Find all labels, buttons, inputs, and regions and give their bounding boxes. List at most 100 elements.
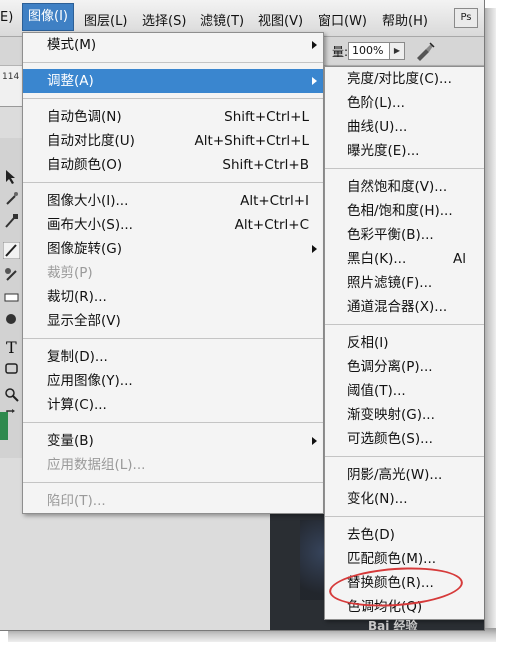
adjust-menu-item-自然饱和度[interactable]: 自然饱和度(V)... (325, 175, 484, 199)
adjust-menu-item-label: 反相(I) (347, 335, 389, 351)
menu-image[interactable]: 图像(I) (22, 3, 74, 31)
adjust-menu-item-阈值[interactable]: 阈值(T)... (325, 379, 484, 403)
adjust-menu-item-亮度-对比度[interactable]: 亮度/对比度(C)... (325, 67, 484, 91)
app-logo: Ps (454, 8, 478, 28)
image-menu-item-应用图像[interactable]: 应用图像(Y)... (23, 369, 323, 393)
zoom-arrow-icon[interactable]: ▶ (389, 42, 405, 60)
image-menu-item-label: 裁剪(P) (47, 265, 93, 281)
image-menu-item-调整[interactable]: 调整(A) (23, 69, 323, 93)
watermark: Bai 经验 (368, 619, 418, 631)
zoom-input[interactable]: 100% (348, 42, 391, 60)
submenu-arrow-icon (312, 437, 317, 445)
menu-view[interactable]: 视图(V) (258, 10, 303, 29)
adjust-menu-item-label: 照片滤镜(F)... (347, 275, 433, 291)
adjust-menu-item-色相-饱和度[interactable]: 色相/饱和度(H)... (325, 199, 484, 223)
adjust-menu-item-label: 黑白(K)... (347, 251, 407, 267)
adjust-menu-item-label: 自然饱和度(V)... (347, 179, 448, 195)
foreground-color-swatch[interactable] (0, 412, 8, 440)
adjust-menu-item-照片滤镜[interactable]: 照片滤镜(F)... (325, 271, 484, 295)
move-tool-icon[interactable] (3, 168, 20, 185)
airbrush-icon[interactable] (414, 41, 436, 61)
adjust-menu-item-label: 亮度/对比度(C)... (347, 71, 452, 87)
adjust-menu-item-阴影-高光[interactable]: 阴影/高光(W)... (325, 463, 484, 487)
image-menu-item-自动颜色[interactable]: 自动颜色(O) Shift+Ctrl+B (23, 153, 323, 177)
image-menu-item-变量[interactable]: 变量(B) (23, 429, 323, 453)
magic-wand-icon[interactable] (3, 190, 20, 207)
menu-filter[interactable]: 滤镜(T) (200, 10, 244, 29)
adjust-menu-item-label: 曲线(U)... (347, 119, 408, 135)
adjust-menu-item-label: 色彩平衡(B)... (347, 227, 434, 243)
image-menu-separator (23, 422, 323, 423)
adjust-menu-item-色彩平衡[interactable]: 色彩平衡(B)... (325, 223, 484, 247)
menu-edit[interactable]: E) (0, 10, 13, 25)
submenu-arrow-icon (312, 77, 317, 85)
menu-window[interactable]: 窗口(W) (318, 10, 367, 29)
adjust-menu-item-label: 变化(N)... (347, 491, 408, 507)
image-menu-item-应用数据组: 应用数据组(L)... (23, 453, 323, 477)
adjust-menu-item-shortcut: Al (453, 251, 466, 267)
image-menu-item-陷印: 陷印(T)... (23, 489, 323, 513)
eraser-tool-icon[interactable] (3, 288, 20, 305)
adjust-menu-item-反相[interactable]: 反相(I) (325, 331, 484, 355)
adjust-menu-item-曝光度[interactable]: 曝光度(E)... (325, 139, 484, 163)
image-menu-item-计算[interactable]: 计算(C)... (23, 393, 323, 417)
image-menu-separator (23, 182, 323, 183)
tools-panel: T (0, 138, 23, 458)
image-menu-separator (23, 338, 323, 339)
adjust-menu-item-曲线[interactable]: 曲线(U)... (325, 115, 484, 139)
screenshot-frame: E) 图像(I) 图层(L) 选择(S) 滤镜(T) 视图(V) 窗口(W) 帮… (0, 0, 485, 631)
image-menu-item-label: 变量(B) (47, 433, 94, 449)
adjust-menu-separator (325, 516, 484, 517)
image-menu-item-shortcut: Shift+Ctrl+L (224, 109, 309, 125)
image-menu-item-label: 图像旋转(G) (47, 241, 122, 257)
image-menu-item-图像旋转[interactable]: 图像旋转(G) (23, 237, 323, 261)
image-menu-item-显示全部[interactable]: 显示全部(V) (23, 309, 323, 333)
svg-text:T: T (6, 338, 17, 355)
menu-select[interactable]: 选择(S) (142, 10, 186, 29)
adjust-menu-item-可选颜色[interactable]: 可选颜色(S)... (325, 427, 484, 451)
image-menu-item-图像大小[interactable]: 图像大小(I)... Alt+Ctrl+I (23, 189, 323, 213)
adjust-menu-separator (325, 456, 484, 457)
adjust-menu-item-色阶[interactable]: 色阶(L)... (325, 91, 484, 115)
image-menu-item-自动对比度[interactable]: 自动对比度(U) Alt+Shift+Ctrl+L (23, 129, 323, 153)
adjust-menu-item-label: 渐变映射(G)... (347, 407, 435, 423)
image-menu-item-label: 自动颜色(O) (47, 157, 123, 173)
image-menu-item-label: 自动对比度(U) (47, 133, 135, 149)
eyedropper-icon[interactable] (3, 212, 20, 229)
image-menu-item-label: 计算(C)... (47, 397, 107, 413)
adjust-menu-item-渐变映射[interactable]: 渐变映射(G)... (325, 403, 484, 427)
adjust-menu-item-label: 去色(D) (347, 527, 395, 543)
image-menu-item-label: 陷印(T)... (47, 493, 106, 509)
image-menu-item-label: 复制(D)... (47, 349, 108, 365)
image-menu-item-label: 调整(A) (47, 73, 94, 89)
image-menu-item-模式[interactable]: 模式(M) (23, 33, 323, 57)
menu-help[interactable]: 帮助(H) (382, 10, 428, 29)
image-menu-item-label: 图像大小(I)... (47, 193, 129, 209)
adjust-menu-item-通道混合器[interactable]: 通道混合器(X)... (325, 295, 484, 319)
submenu-arrow-icon (312, 41, 317, 49)
image-menu-item-复制[interactable]: 复制(D)... (23, 345, 323, 369)
adjust-menu-item-去色[interactable]: 去色(D) (325, 523, 484, 547)
image-menu-item-label: 应用图像(Y)... (47, 373, 133, 389)
image-menu-item-画布大小[interactable]: 画布大小(S)... Alt+Ctrl+C (23, 213, 323, 237)
image-menu-item-自动色调[interactable]: 自动色调(N) Shift+Ctrl+L (23, 105, 323, 129)
adjust-menu-item-label: 阈值(T)... (347, 383, 406, 399)
shape-tool-icon[interactable] (3, 360, 20, 377)
adjust-menu-item-变化[interactable]: 变化(N)... (325, 487, 484, 511)
ruler-value: 114 (2, 72, 20, 82)
image-menu-item-label: 显示全部(V) (47, 313, 121, 329)
adjust-menu-item-label: 可选颜色(S)... (347, 431, 433, 447)
menu-layer[interactable]: 图层(L) (84, 10, 127, 29)
image-menu-item-shortcut: Alt+Shift+Ctrl+L (194, 133, 309, 149)
blur-tool-icon[interactable] (3, 310, 20, 327)
image-menu-item-裁切[interactable]: 裁切(R)... (23, 285, 323, 309)
adjust-menu-item-黑白[interactable]: 黑白(K)... Al (325, 247, 484, 271)
stamp-tool-icon[interactable] (3, 266, 20, 283)
zoom-tool-icon[interactable] (3, 386, 20, 403)
image-menu-item-label: 裁切(R)... (47, 289, 107, 305)
adjustments-submenu: 亮度/对比度(C)... 色阶(L)... 曲线(U)... 曝光度(E)... 自然饱… (324, 66, 484, 620)
adjust-menu-item-色调分离[interactable]: 色调分离(P)... (325, 355, 484, 379)
brush-tool-icon[interactable] (3, 242, 20, 259)
type-tool-icon[interactable]: T (3, 338, 20, 355)
image-menu-item-label: 应用数据组(L)... (47, 457, 146, 473)
